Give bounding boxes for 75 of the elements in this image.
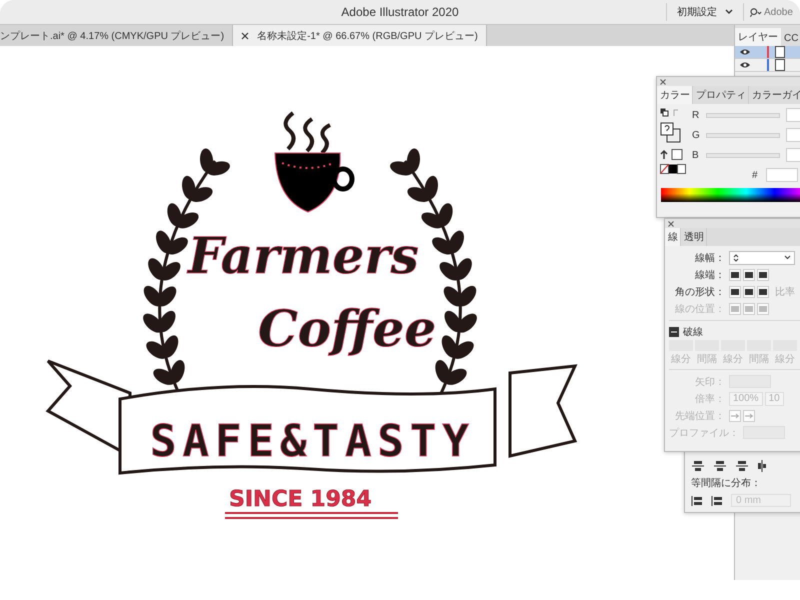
dash-toggle-icon[interactable] (669, 327, 679, 337)
logo-title: Farmers (188, 226, 419, 285)
stroke-option-icon[interactable] (729, 268, 741, 280)
dash-label: 間隔 (697, 353, 717, 366)
caret-icon (725, 9, 733, 15)
channel-label: R (692, 110, 700, 120)
cup-icon (274, 152, 354, 212)
dash-label: 間隔 (749, 353, 769, 366)
hex-label: # (752, 170, 759, 180)
panel-tab[interactable]: 透明 (681, 228, 707, 246)
field-label: 矢印： (694, 376, 725, 388)
stroke-option-icon[interactable] (729, 286, 741, 298)
distribute-label: 等間隔に分布： (691, 477, 762, 490)
layer-thumbnail (775, 46, 785, 58)
search-field[interactable]: Adobe (764, 6, 800, 18)
distribute-icon[interactable] (757, 460, 767, 472)
close-icon[interactable] (241, 32, 250, 40)
field-label: 線端： (694, 268, 725, 282)
distribute-icon[interactable] (711, 494, 723, 506)
default-colors-icon[interactable] (660, 148, 684, 160)
field-label: 倍率： (694, 392, 725, 406)
logo-title: Coffee (258, 299, 436, 358)
eye-icon[interactable] (739, 48, 751, 56)
field-label: 角の形状： (674, 286, 725, 298)
document-tab-label: 名称未設定-1* @ 66.67% (RGB/GPU プレビュー) (257, 30, 478, 42)
panel-tab[interactable]: 線 (665, 228, 681, 246)
dash-label: 線分 (671, 353, 691, 366)
panel-tab[interactable]: レイヤー (735, 28, 781, 46)
caret-icon[interactable] (784, 255, 791, 260)
align-icon[interactable] (713, 460, 727, 472)
window-title: Adobe Illustrator 2020 (341, 5, 459, 19)
layer-row[interactable] (735, 46, 800, 59)
stroke-option-icon[interactable] (743, 286, 755, 298)
layer-thumbnail (775, 59, 785, 71)
field-label: 線幅： (694, 252, 725, 264)
stroke-option-icon[interactable] (743, 268, 755, 280)
align-icon[interactable] (691, 460, 705, 472)
value-field[interactable] (786, 108, 800, 122)
align-icon[interactable] (735, 460, 749, 472)
field-label: プロファイル： (669, 426, 739, 440)
document-tab[interactable]: ンプレート.ai* @ 4.17% (CMYK/GPU プレビュー) (0, 25, 234, 46)
eye-icon[interactable] (739, 61, 751, 69)
since-text: SINCE 1984 (229, 487, 372, 512)
document-tab-label: ンプレート.ai* @ 4.17% (CMYK/GPU プレビュー) (0, 30, 224, 42)
hex-field[interactable] (766, 168, 798, 182)
value-field[interactable] (786, 148, 800, 162)
spinner-icon[interactable] (733, 252, 739, 262)
color-spectrum[interactable] (661, 188, 800, 202)
slider-track[interactable] (706, 112, 780, 118)
fill-stroke-icon[interactable] (660, 122, 682, 144)
stroke-weight-field[interactable] (729, 250, 795, 264)
dash-label: 線分 (775, 353, 795, 366)
banner-text: SAFE&TASTY (150, 416, 475, 467)
distribute-icon[interactable] (691, 494, 703, 506)
stroke-option-icon[interactable] (757, 268, 769, 280)
panel-tab[interactable]: カラー (657, 86, 693, 104)
dashed-label: 破線 (683, 326, 703, 339)
steam-drawing (284, 111, 331, 154)
document-tab[interactable]: 名称未設定-1* @ 66.67% (RGB/GPU プレビュー) (233, 25, 487, 46)
stroke-option-icon[interactable] (757, 286, 769, 298)
channel-label: B (692, 150, 700, 160)
search-icon (750, 6, 762, 18)
close-icon[interactable] (668, 220, 674, 226)
value-field[interactable] (786, 128, 800, 142)
field-label: 先端位置： (674, 410, 725, 422)
workspace-dropdown[interactable]: 初期設定 (666, 3, 743, 21)
layer-row[interactable] (735, 59, 800, 72)
field-label: 線の位置： (674, 302, 725, 316)
channel-label: G (692, 130, 700, 140)
slider-track[interactable] (706, 152, 780, 158)
swatch-row-icon[interactable] (660, 164, 687, 174)
field-label: 比率 (775, 286, 795, 298)
close-icon[interactable] (660, 78, 666, 84)
dash-label: 線分 (723, 353, 743, 366)
slider-track[interactable] (706, 132, 780, 138)
